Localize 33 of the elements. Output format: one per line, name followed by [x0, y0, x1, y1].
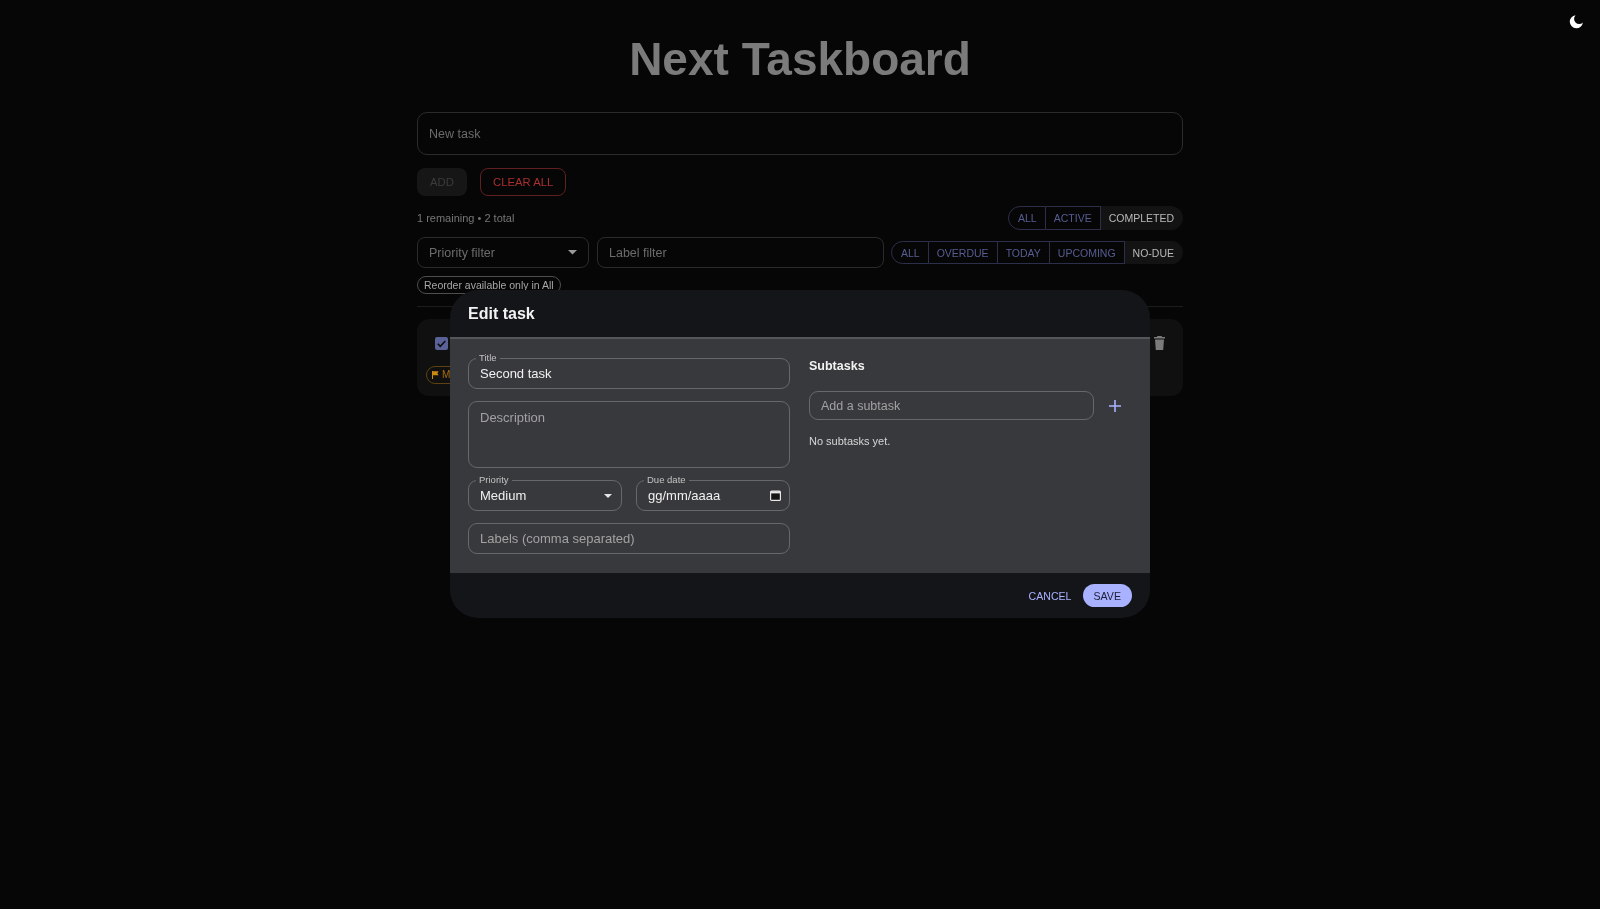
save-button[interactable]: SAVE: [1082, 584, 1132, 607]
description-field[interactable]: Description: [468, 401, 790, 468]
field-label: Due date: [644, 474, 689, 485]
caret-icon: [604, 494, 612, 498]
due-filter-toggle[interactable]: NO-DUE: [1124, 241, 1183, 264]
due-filter-toggle[interactable]: ALL: [891, 241, 929, 264]
new-task-input[interactable]: New task: [417, 112, 1183, 155]
subtask-input[interactable]: Add a subtask: [809, 391, 1094, 420]
status-filter-toggle[interactable]: COMPLETED: [1100, 206, 1183, 230]
field-label: Priority: [476, 474, 512, 485]
due-filter-toggle[interactable]: OVERDUE: [928, 241, 998, 264]
caret-icon: [568, 250, 577, 255]
subtasks-heading: Subtasks: [809, 358, 866, 375]
checkbox[interactable]: [435, 336, 448, 350]
priority-label: M: [442, 367, 451, 382]
status-filter-toggle[interactable]: ACTIVE: [1045, 206, 1101, 230]
field-label: Title: [476, 352, 500, 363]
app-title: Next Taskboard: [628, 32, 972, 87]
dialog-title: Edit task: [468, 304, 535, 323]
due-filter-toggle[interactable]: UPCOMING: [1049, 241, 1125, 264]
flag-icon: [432, 370, 439, 379]
trash-icon[interactable]: [1154, 335, 1165, 350]
clear-all-button[interactable]: CLEAR ALL: [480, 168, 567, 196]
text-field[interactable]: Labels (comma separated): [468, 523, 790, 554]
priority-filter-select[interactable]: Priority filter: [417, 237, 589, 268]
task-count-text: 1 remaining • 2 total: [417, 212, 515, 224]
calendar-icon[interactable]: [770, 490, 781, 501]
plus-icon[interactable]: [1109, 399, 1121, 412]
label-filter-input[interactable]: Label filter: [597, 237, 884, 268]
cancel-button[interactable]: CANCEL: [1028, 584, 1072, 607]
moon-icon[interactable]: [1569, 14, 1584, 29]
due-filter-toggle[interactable]: TODAY: [997, 241, 1050, 264]
empty-subtasks-text: No subtasks yet.: [809, 434, 892, 449]
